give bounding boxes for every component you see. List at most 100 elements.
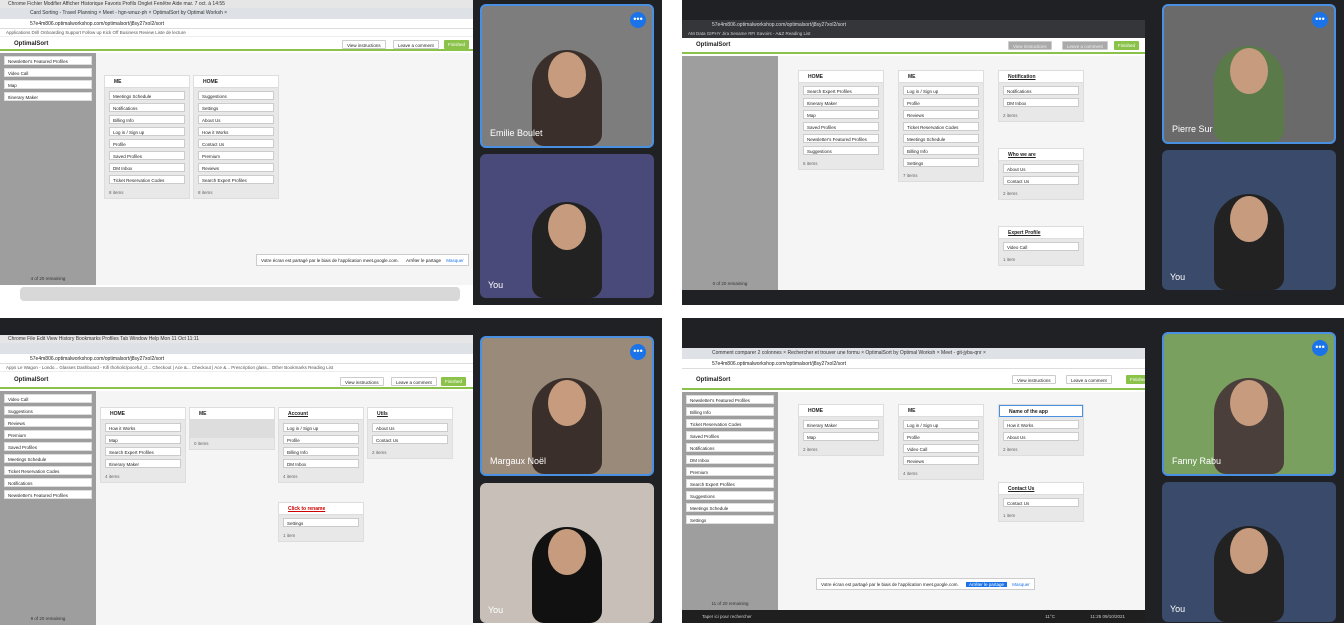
group-title[interactable]: Notification xyxy=(999,71,1083,83)
card[interactable]: Log in / Sign up xyxy=(903,420,979,429)
card[interactable]: Saved Profiles xyxy=(686,431,774,440)
participant-tile[interactable]: ••• Margaux Noël xyxy=(480,336,654,476)
card[interactable]: Premium xyxy=(686,467,774,476)
card[interactable]: Search Expert Profiles xyxy=(686,479,774,488)
card[interactable]: Video Call xyxy=(4,68,92,77)
card[interactable]: Itinerary Maker xyxy=(803,420,879,429)
participant-tile[interactable]: ••• Emilie Boulet xyxy=(480,4,654,148)
card[interactable]: Map xyxy=(105,435,181,444)
hide-button[interactable]: Masquer xyxy=(1012,582,1030,587)
group-me[interactable]: ME 0 items xyxy=(189,407,275,450)
card[interactable]: Suggestions xyxy=(686,491,774,500)
participant-tile[interactable]: ••• Fanny Rabu xyxy=(1162,332,1336,476)
card[interactable]: Ticket Reservation Codes xyxy=(109,175,185,184)
card[interactable]: DM Inbox xyxy=(1003,98,1079,107)
browser-tabs[interactable]: Comment comparer 2 colonnes × Rechercher… xyxy=(682,348,1145,359)
card[interactable]: Meetings Schedule xyxy=(4,454,92,463)
group-title[interactable]: HOME xyxy=(799,405,883,417)
card[interactable]: Notifications xyxy=(109,103,185,112)
card[interactable]: Profile xyxy=(283,435,359,444)
group-contact-us[interactable]: Contact Us Contact Us 1 item xyxy=(998,482,1084,522)
card[interactable]: Contact Us xyxy=(198,139,274,148)
card[interactable]: Settings xyxy=(283,518,359,527)
card[interactable]: Notifications xyxy=(4,478,92,487)
card[interactable]: Contact Us xyxy=(372,435,448,444)
card[interactable]: Settings xyxy=(198,103,274,112)
group-title[interactable]: Expert Profile xyxy=(999,227,1083,239)
group-notification[interactable]: Notification Notifications DM Inbox 2 ite… xyxy=(998,70,1084,122)
group-name-of-app[interactable]: Name of the app How it Works About Us 2 i… xyxy=(998,404,1084,456)
browser-tabs[interactable]: Card Sorting - Travel Planning × Meet - … xyxy=(0,8,473,19)
card[interactable]: Search Expert Profiles xyxy=(198,175,274,184)
group-title[interactable]: Utils xyxy=(368,408,452,420)
card[interactable]: Map xyxy=(803,110,879,119)
more-options-icon[interactable]: ••• xyxy=(1312,340,1328,356)
card[interactable]: Notifications xyxy=(1003,86,1079,95)
card[interactable]: About Us xyxy=(1003,164,1079,173)
card[interactable]: Profile xyxy=(903,432,979,441)
card[interactable]: Premium xyxy=(198,151,274,160)
more-options-icon[interactable]: ••• xyxy=(630,344,646,360)
card[interactable]: Newsletter's Featured Profiles xyxy=(4,490,92,499)
card[interactable]: Reviews xyxy=(903,110,979,119)
card[interactable]: Suggestions xyxy=(198,91,274,100)
card[interactable]: About Us xyxy=(372,423,448,432)
leave-comment-button[interactable]: Leave a comment xyxy=(1066,375,1112,384)
view-instructions-button[interactable]: View instructions xyxy=(340,377,384,386)
card[interactable]: Settings xyxy=(686,515,774,524)
card[interactable]: Reviews xyxy=(198,163,274,172)
group-title[interactable]: Click to rename xyxy=(279,503,363,515)
card[interactable]: Newsletter's Featured Profiles xyxy=(686,395,774,404)
card[interactable]: Video Call xyxy=(1003,242,1079,251)
hide-button[interactable]: Masquer xyxy=(446,258,464,263)
card[interactable]: Meetings Schedule xyxy=(109,91,185,100)
group-title[interactable]: Account xyxy=(279,408,363,420)
card[interactable]: How it Works xyxy=(1003,420,1079,429)
address-bar[interactable]: 57e4m806.optimalworkshop.com/optimalsort… xyxy=(682,359,1145,369)
card[interactable]: Saved Profiles xyxy=(803,122,879,131)
leave-comment-button[interactable]: Leave a comment xyxy=(393,40,439,49)
group-title[interactable]: HOME xyxy=(101,408,185,420)
card[interactable]: DM Inbox xyxy=(686,455,774,464)
group-home[interactable]: HOME Suggestions Settings About Us How it W… xyxy=(193,75,279,199)
group-expert-profile[interactable]: Expert Profile Video Call 1 item xyxy=(998,226,1084,266)
self-tile[interactable]: You xyxy=(1162,482,1336,622)
bookmarks-bar[interactable]: Apps Le Wagon - Londo... Glasses Dashboa… xyxy=(0,364,473,372)
group-utils[interactable]: Utils About Us Contact Us 2 items xyxy=(367,407,453,459)
group-title[interactable]: ME xyxy=(190,408,274,420)
group-home[interactable]: HOME How it Works Map Search Expert Profil… xyxy=(100,407,186,483)
card[interactable]: DM Inbox xyxy=(283,459,359,468)
bookmarks-bar[interactable]: AM Data GIPHY Jira Sesame RFI Savoirs - … xyxy=(682,30,1145,38)
mac-dock[interactable] xyxy=(20,287,460,301)
card[interactable]: Itinerary Maker xyxy=(105,459,181,468)
group-title[interactable]: Who we are xyxy=(999,149,1083,161)
stop-sharing-button[interactable]: Arrêter le partage xyxy=(965,582,1007,587)
card[interactable]: Reviews xyxy=(903,456,979,465)
card[interactable]: Profile xyxy=(109,139,185,148)
card[interactable]: Suggestions xyxy=(803,146,879,155)
group-me[interactable]: ME Log in / Sign up Profile Reviews Ticket … xyxy=(898,70,984,182)
card[interactable]: Billing Info xyxy=(109,115,185,124)
more-options-icon[interactable]: ••• xyxy=(630,12,646,28)
stop-sharing-button[interactable]: Arrêter le partage xyxy=(406,258,441,263)
self-tile[interactable]: You xyxy=(1162,150,1336,290)
finished-button[interactable]: Finished xyxy=(1126,375,1145,384)
card[interactable]: Ticket Reservation Codes xyxy=(903,122,979,131)
view-instructions-button[interactable]: View instructions xyxy=(1008,41,1052,50)
self-tile[interactable]: You xyxy=(480,154,654,298)
card[interactable]: Map xyxy=(803,432,879,441)
card[interactable]: Billing Info xyxy=(686,407,774,416)
group-account[interactable]: Account Log in / Sign up Profile Billing I… xyxy=(278,407,364,483)
card[interactable]: Itinerary Maker xyxy=(4,92,92,101)
leave-comment-button[interactable]: Leave a comment xyxy=(391,377,437,386)
address-bar[interactable]: 57e4m806.optimalworkshop.com/optimalsort… xyxy=(682,20,1145,30)
card[interactable]: Search Expert Profiles xyxy=(105,447,181,456)
card[interactable]: Profile xyxy=(903,98,979,107)
group-title[interactable]: HOME xyxy=(799,71,883,83)
card[interactable]: Meetings Schedule xyxy=(903,134,979,143)
self-tile[interactable]: You xyxy=(480,483,654,623)
view-instructions-button[interactable]: View instructions xyxy=(342,40,386,49)
address-bar[interactable]: 57e4m806.optimalworkshop.com/optimalsort… xyxy=(0,354,473,364)
card[interactable]: Reviews xyxy=(4,418,92,427)
group-me[interactable]: ME Meetings Schedule Notifications Billing… xyxy=(104,75,190,199)
